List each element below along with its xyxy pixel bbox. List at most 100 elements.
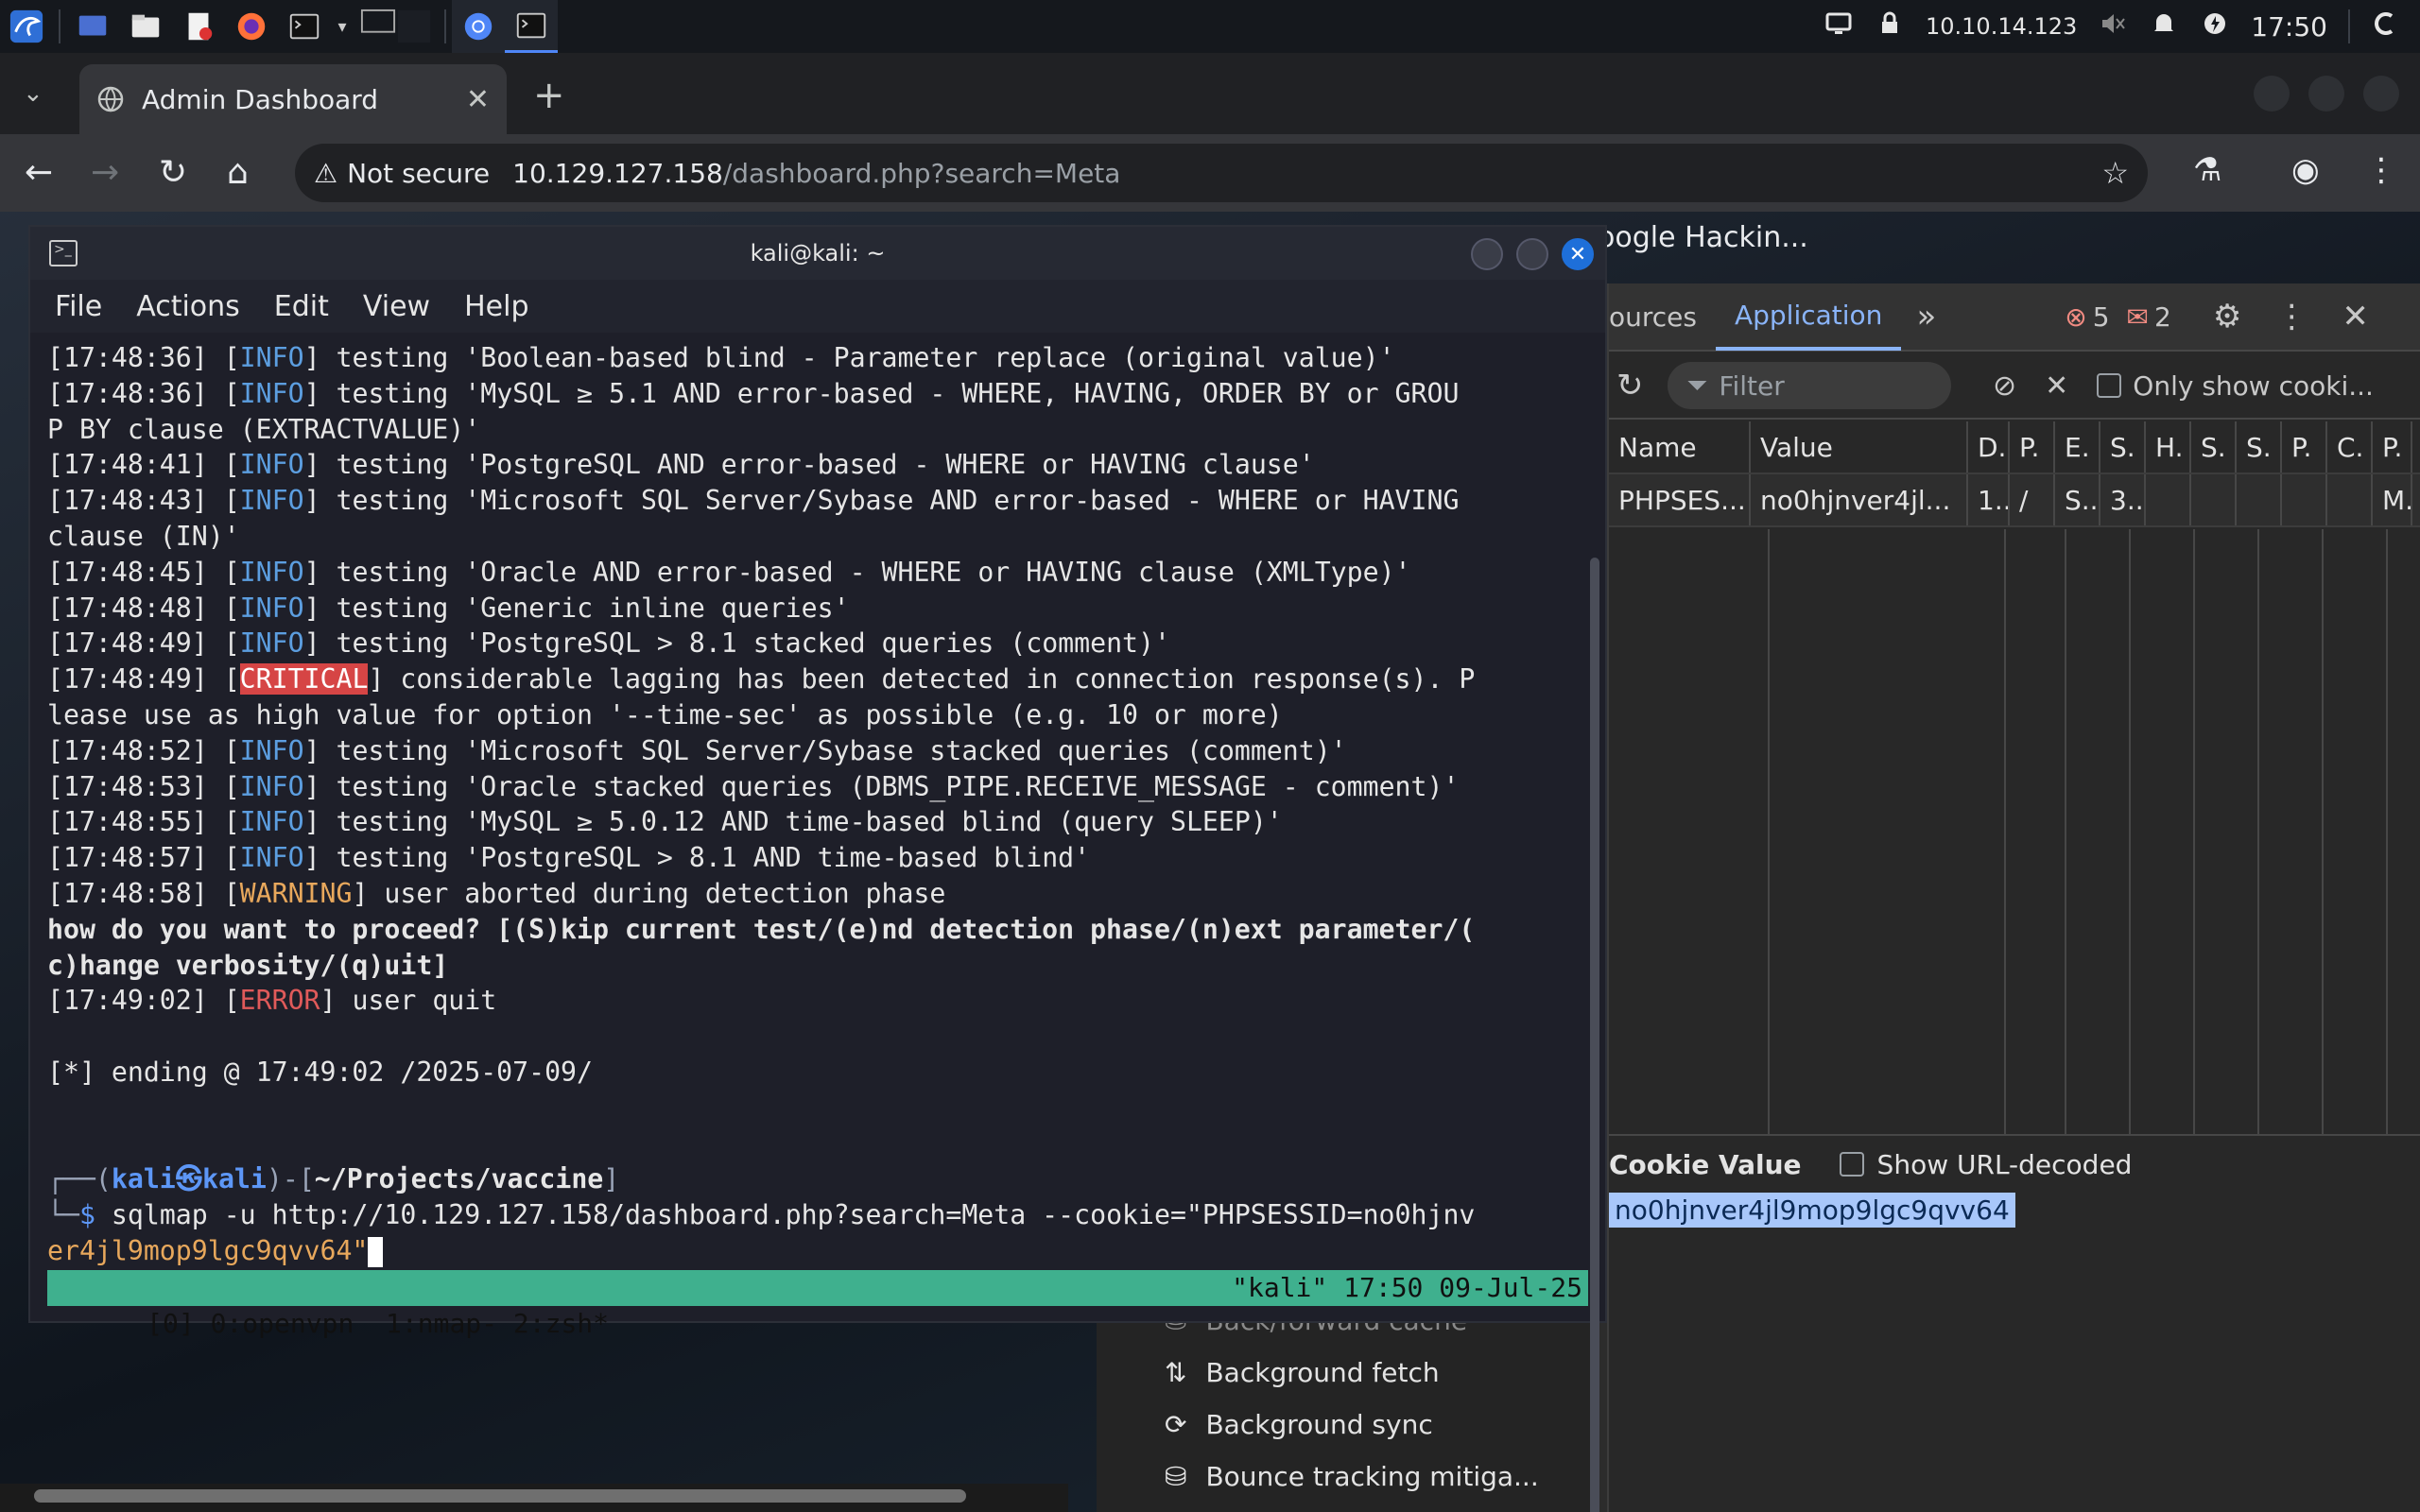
terminal-minimize-button[interactable] — [1471, 238, 1503, 270]
show-desktop-icon[interactable] — [66, 0, 119, 53]
close-window-button[interactable] — [2363, 76, 2399, 112]
terminal-close-button[interactable]: ✕ — [1562, 238, 1594, 270]
more-tabs-icon[interactable]: » — [1901, 298, 1951, 335]
kali-menu-button[interactable] — [0, 0, 53, 53]
error-icon[interactable]: ⊗ — [2065, 301, 2086, 333]
log-message: testing 'Generic inline queries' — [320, 592, 850, 624]
maximize-button[interactable] — [2308, 76, 2344, 112]
log-level: INFO — [239, 734, 304, 766]
show-url-decoded-checkbox[interactable] — [1839, 1152, 1864, 1177]
terminal-output[interactable]: [17:48:36] [INFO] testing 'Boolean-based… — [30, 333, 1605, 1319]
clear-filtered-icon[interactable]: ⊘ — [1993, 369, 2016, 403]
volume-muted-icon[interactable] — [2098, 9, 2128, 44]
home-icon[interactable]: ⌂ — [227, 153, 249, 192]
tab-search-icon[interactable]: ⌄ — [23, 79, 43, 108]
sidebar-item-background-fetch[interactable]: ⇅ Background fetch — [1165, 1347, 1539, 1399]
columns-cell[interactable]: P. — [2282, 421, 2327, 472]
terminal-launcher-icon[interactable] — [278, 0, 331, 53]
columns-cell[interactable]: E. — [2055, 421, 2100, 472]
columns-cell[interactable]: P. — [2010, 421, 2055, 472]
cookie_row-cell[interactable] — [2237, 474, 2282, 525]
cookie_row-cell[interactable]: 3.. — [2100, 474, 2146, 525]
menu-view[interactable]: View — [363, 290, 430, 323]
cookie_row-cell[interactable]: no0hjnver4jl... — [1751, 474, 1968, 525]
notification-bell-icon[interactable] — [2149, 9, 2179, 44]
bookmark-google-hacking[interactable]: oogle Hackin... — [1598, 221, 1808, 254]
columns-cell[interactable]: Value — [1751, 421, 1968, 472]
cookie_row-cell[interactable]: M. — [2373, 474, 2412, 525]
columns-cell[interactable]: C. — [2327, 421, 2373, 472]
show-url-decoded-label: Show URL-decoded — [1876, 1148, 2133, 1180]
filter-input[interactable]: ⏷ Filter — [1668, 362, 1951, 409]
terminal-scrollbar[interactable] — [1590, 558, 1599, 1512]
terminal-titlebar[interactable]: >_ kali@kali: ~ ✕ — [30, 227, 1605, 280]
new-tab-button[interactable]: + — [533, 74, 565, 117]
bookmark-star-icon[interactable]: ☆ — [2101, 155, 2129, 191]
workspace-switcher[interactable] — [354, 0, 439, 53]
vpn-lock-icon[interactable] — [1875, 9, 1905, 44]
file-manager-icon[interactable] — [119, 0, 172, 53]
power-icon[interactable] — [2200, 9, 2230, 44]
tab-close-icon[interactable]: ✕ — [466, 83, 490, 116]
close-devtools-icon[interactable]: ✕ — [2342, 298, 2369, 335]
log-timestamp: 17:48:41 — [62, 449, 192, 481]
terminal-text: [ — [47, 627, 63, 660]
terminal-task-icon[interactable] — [505, 0, 558, 53]
refresh-icon[interactable]: ↻ — [1616, 367, 1644, 404]
labs-flask-icon[interactable]: ⚗ — [2193, 151, 2221, 189]
cookie_row-cell[interactable] — [2327, 474, 2373, 525]
chevron-down-icon[interactable]: ▾ — [331, 0, 354, 53]
page-horizontal-scrollbar[interactable] — [34, 1489, 966, 1503]
cookie_row-cell[interactable]: / — [2010, 474, 2055, 525]
reload-icon[interactable]: ↻ — [159, 153, 187, 192]
columns-cell[interactable]: S. — [2100, 421, 2146, 472]
command-line-wrap[interactable]: er4jl9mop9lgc9qvv64" — [47, 1233, 1605, 1269]
issue-icon[interactable]: ✉ — [2127, 301, 2149, 333]
not-secure-label: Not secure — [347, 157, 491, 189]
cookie_row-cell[interactable] — [2191, 474, 2237, 525]
cookie_row-cell[interactable]: PHPSES... — [1609, 474, 1751, 525]
security-indicator[interactable]: ⚠ Not secure — [314, 158, 512, 189]
columns-cell[interactable]: D. — [1968, 421, 2010, 472]
user-session-icon[interactable] — [2371, 9, 2401, 44]
cookie-value-text[interactable]: no0hjnver4jl9mop9lgc9qvv64 — [1609, 1193, 2015, 1228]
cookie_row-cell[interactable] — [2146, 474, 2191, 525]
terminal-maximize-button[interactable] — [1516, 238, 1548, 270]
only-show-cookies-checkbox[interactable] — [2097, 373, 2122, 398]
devtools-menu-icon[interactable]: ⋮ — [2275, 298, 2308, 335]
text-editor-icon[interactable] — [172, 0, 225, 53]
browser-menu-icon[interactable]: ⋮ — [2365, 151, 2397, 189]
minimize-button[interactable] — [2254, 76, 2290, 112]
menu-edit[interactable]: Edit — [274, 290, 329, 323]
forward-icon[interactable]: → — [91, 153, 119, 192]
firefox-icon[interactable] — [225, 0, 278, 53]
columns-cell[interactable]: P. — [2373, 421, 2412, 472]
tab-sources[interactable]: ources — [1609, 301, 1716, 333]
address-bar[interactable]: ⚠ Not secure 10.129.127.158/dashboard.ph… — [295, 144, 2148, 202]
cookie_row-cell[interactable]: 1.. — [1968, 474, 2010, 525]
tab-admin-dashboard[interactable]: Admin Dashboard ✕ — [79, 64, 507, 134]
columns-cell[interactable]: H. — [2146, 421, 2191, 472]
profile-icon[interactable]: ◉ — [2291, 151, 2320, 189]
menu-help[interactable]: Help — [464, 290, 528, 323]
delete-selected-icon[interactable]: ✕ — [2045, 369, 2068, 403]
chromium-task-icon[interactable] — [452, 0, 505, 53]
columns-cell[interactable]: S. — [2237, 421, 2282, 472]
back-icon[interactable]: ← — [25, 153, 53, 192]
table-row[interactable]: PHPSES... no0hjnver4jl... 1.. / S.. 3.. M. — [1609, 474, 2420, 527]
cookie_row-cell[interactable]: S.. — [2055, 474, 2100, 525]
settings-gear-icon[interactable]: ⚙ — [2213, 298, 2241, 335]
columns-cell[interactable]: Name — [1609, 421, 1751, 472]
sidebar-item-background-sync[interactable]: ⟳ Background sync — [1165, 1399, 1539, 1451]
cookie_row-cell[interactable] — [2282, 474, 2327, 525]
command-line[interactable]: └─$ sqlmap -u http://10.129.127.158/dash… — [47, 1197, 1605, 1233]
columns-cell[interactable]: S. — [2191, 421, 2237, 472]
tab-application[interactable]: Application — [1715, 283, 1902, 351]
url-host: 10.129.127.158 — [512, 157, 723, 189]
sidebar-item-bounce-tracking[interactable]: ⛁ Bounce tracking mitiga... — [1165, 1451, 1539, 1503]
menu-file[interactable]: File — [55, 290, 102, 323]
display-icon[interactable] — [1824, 9, 1854, 44]
menu-actions[interactable]: Actions — [136, 290, 240, 323]
terminal-menubar: File Actions Edit View Help — [30, 280, 1605, 333]
